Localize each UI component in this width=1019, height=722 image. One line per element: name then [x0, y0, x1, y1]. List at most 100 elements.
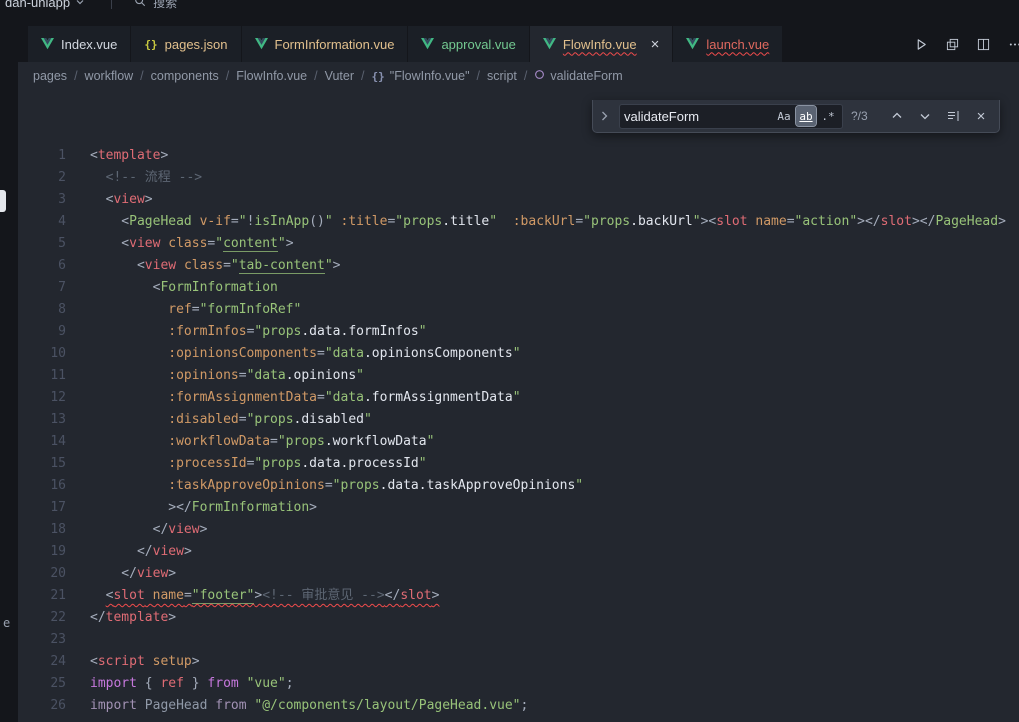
find-results-count: ?/3	[851, 109, 879, 123]
code-line-content: :disabled="props.disabled"	[90, 409, 372, 431]
next-match-button[interactable]	[915, 106, 935, 126]
tab-list: Index.vue {}pages.jsonFormInformation.vue…	[0, 26, 783, 62]
vue-file-icon	[686, 38, 699, 50]
code-line-content: <PageHead v-if="!isInApp()" :title="prop…	[90, 211, 1006, 233]
code-line[interactable]: 25import { ref } from "vue";	[0, 673, 1019, 695]
activity-bar-indicator	[0, 190, 6, 212]
find-input[interactable]	[624, 109, 772, 124]
tab-bar: Index.vue {}pages.jsonFormInformation.vue…	[0, 14, 1019, 62]
whole-word-button[interactable]: ab	[796, 106, 816, 126]
workspace-name[interactable]: dan-uniapp	[5, 0, 70, 10]
code-line[interactable]: 19 </view>	[0, 541, 1019, 563]
toggle-replace-chevron[interactable]	[597, 100, 611, 132]
vue-file-icon	[543, 38, 556, 50]
breadcrumb-item-Vuter[interactable]: Vuter	[325, 69, 354, 83]
code-line[interactable]: 2 <!-- 流程 -->	[0, 167, 1019, 189]
vue-file-icon	[421, 38, 434, 50]
code-line-content: :processId="props.data.processId"	[90, 453, 427, 475]
tab-approval.vue[interactable]: approval.vue	[408, 26, 529, 62]
code-line[interactable]: 13 :disabled="props.disabled"	[0, 409, 1019, 431]
code-line-content: import PageHead from "@/components/layou…	[90, 695, 528, 717]
close-tab-icon[interactable]: ×	[651, 37, 660, 52]
code-line[interactable]: 17 ></FormInformation>	[0, 497, 1019, 519]
breadcrumb-separator: /	[477, 69, 480, 83]
chevron-down-icon[interactable]	[75, 0, 85, 7]
code-line[interactable]: 11 :opinions="data.opinions"	[0, 365, 1019, 387]
code-line-content: :formInfos="props.data.formInfos"	[90, 321, 427, 343]
find-in-selection-button[interactable]	[943, 106, 963, 126]
code-line-content: <view class="tab-content">	[90, 255, 340, 277]
code-line-content: <template>	[90, 145, 168, 167]
code-line-content: :taskApproveOpinions="props.data.taskApp…	[90, 475, 583, 497]
breadcrumb-label: components	[151, 69, 219, 83]
breadcrumb-item-workflow[interactable]: workflow	[85, 69, 134, 83]
tab-launch.vue[interactable]: launch.vue	[673, 26, 783, 62]
tab-FormInformation.vue[interactable]: FormInformation.vue	[242, 26, 409, 62]
code-line[interactable]: 7 <FormInformation	[0, 277, 1019, 299]
run-button[interactable]	[910, 31, 933, 57]
braces-icon: {}	[372, 70, 385, 83]
activity-bar-strip: e	[0, 0, 18, 722]
vscode-window: dan-uniapp 搜索 Index.vue {}pages.jsonFormI…	[0, 0, 1019, 722]
code-line-content: import { ref } from "vue";	[90, 673, 294, 695]
titlebar-divider	[111, 0, 112, 9]
tab-label: Index.vue	[61, 38, 117, 51]
breadcrumb: pages/workflow/components/FlowInfo.vue/V…	[0, 62, 1019, 90]
code-line[interactable]: 24<script setup>	[0, 651, 1019, 673]
code-line[interactable]: 1<template>	[0, 145, 1019, 167]
tab-FlowInfo.vue[interactable]: FlowInfo.vue ×	[530, 26, 673, 62]
previous-match-button[interactable]	[887, 106, 907, 126]
code-line[interactable]: 9 :formInfos="props.data.formInfos"	[0, 321, 1019, 343]
code-line[interactable]: 15 :processId="props.data.processId"	[0, 453, 1019, 475]
code-line-content: :workflowData="props.workflowData"	[90, 431, 434, 453]
match-case-button[interactable]: Aa	[774, 106, 794, 126]
code-line[interactable]: 23	[0, 629, 1019, 651]
titlebar-search[interactable]: 搜索	[134, 0, 177, 11]
find-widget: Aa ab .* ?/3 ×	[592, 100, 1000, 133]
code-line[interactable]: 22</template>	[0, 607, 1019, 629]
code-line-content: <FormInformation	[90, 277, 278, 299]
open-changes-button[interactable]	[941, 31, 964, 57]
code-line-content: :opinionsComponents="data.opinionsCompon…	[90, 343, 521, 365]
breadcrumb-item-script[interactable]: script	[487, 69, 517, 83]
regex-button[interactable]: .*	[818, 106, 838, 126]
breadcrumb-item-FlowInfo.vue[interactable]: FlowInfo.vue	[236, 69, 307, 83]
vue-file-icon	[41, 38, 54, 50]
code-line[interactable]: 14 :workflowData="props.workflowData"	[0, 431, 1019, 453]
editor-pane[interactable]: 1<template>2 <!-- 流程 -->3 <view>4 <PageH…	[0, 90, 1019, 722]
code-line-content: :opinions="data.opinions"	[90, 365, 364, 387]
symbol-method-icon	[534, 69, 545, 83]
search-label: 搜索	[153, 0, 177, 11]
code-line[interactable]: 10 :opinionsComponents="data.opinionsCom…	[0, 343, 1019, 365]
code-area[interactable]: 1<template>2 <!-- 流程 -->3 <view>4 <PageH…	[0, 90, 1019, 717]
code-line[interactable]: 20 </view>	[0, 563, 1019, 585]
search-icon	[134, 0, 146, 10]
code-line-content: <script setup>	[90, 651, 200, 673]
more-actions-button[interactable]	[1003, 31, 1019, 57]
breadcrumb-item-validateForm[interactable]: validateForm	[534, 69, 622, 83]
code-line[interactable]: 26import PageHead from "@/components/lay…	[0, 695, 1019, 717]
code-line[interactable]: 16 :taskApproveOpinions="props.data.task…	[0, 475, 1019, 497]
breadcrumb-separator: /	[74, 69, 77, 83]
split-editor-button[interactable]	[972, 31, 995, 57]
code-line-content: </view>	[90, 563, 176, 585]
close-find-button[interactable]: ×	[971, 106, 991, 126]
code-line[interactable]: 21 <slot name="footer"><!-- 审批意见 --></sl…	[0, 585, 1019, 607]
code-line-content: </view>	[90, 519, 207, 541]
code-line[interactable]: 18 </view>	[0, 519, 1019, 541]
code-line[interactable]: 8 ref="formInfoRef"	[0, 299, 1019, 321]
tab-pages.json[interactable]: {}pages.json	[131, 26, 241, 62]
breadcrumb-item-components[interactable]: components	[151, 69, 219, 83]
tab-label: FlowInfo.vue	[563, 38, 637, 51]
breadcrumb-label: validateForm	[550, 69, 622, 83]
titlebar: dan-uniapp 搜索	[0, 0, 1019, 14]
code-line[interactable]: 4 <PageHead v-if="!isInApp()" :title="pr…	[0, 211, 1019, 233]
breadcrumb-item-pages[interactable]: pages	[33, 69, 67, 83]
code-line[interactable]: 12 :formAssignmentData="data.formAssignm…	[0, 387, 1019, 409]
code-line[interactable]: 3 <view>	[0, 189, 1019, 211]
tab-label: launch.vue	[706, 38, 769, 51]
code-line[interactable]: 6 <view class="tab-content">	[0, 255, 1019, 277]
tab-Index.vue[interactable]: Index.vue	[28, 26, 131, 62]
breadcrumb-item-FlowInfo.vue[interactable]: {}"FlowInfo.vue"	[372, 69, 470, 83]
code-line[interactable]: 5 <view class="content">	[0, 233, 1019, 255]
